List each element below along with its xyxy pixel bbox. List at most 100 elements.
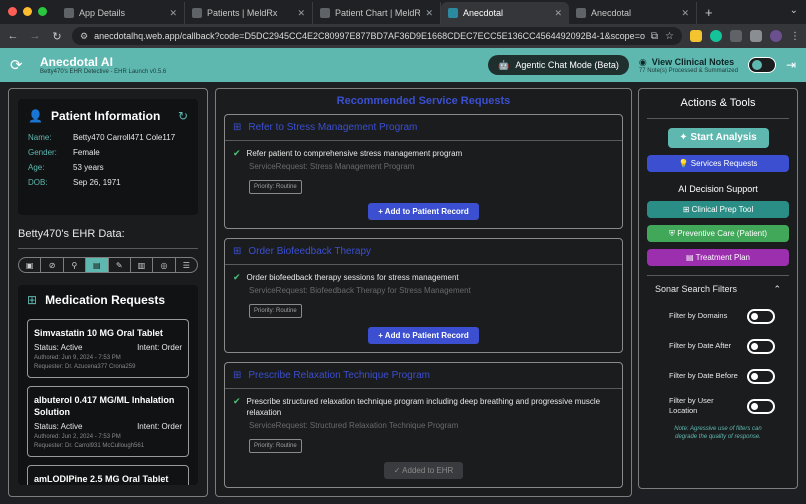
clipboard-icon: ⊞ [233, 370, 242, 381]
add-to-patient-record-button[interactable]: + Add to Patient Record [368, 327, 479, 344]
browser-tab[interactable]: Anecdotal ✕ [569, 2, 697, 24]
back-arrow-icon[interactable]: ← [6, 30, 20, 42]
clinical-prep-tool-button[interactable]: ⊞ Clinical Prep Tool [647, 201, 789, 218]
service-request-title: Order Biofeedback Therapy [248, 246, 372, 257]
patient-field-dob: DOB: Sep 26, 1971 [28, 178, 121, 187]
filter-date-after-toggle[interactable] [747, 338, 775, 354]
check-circle-icon: ✔ [233, 148, 241, 158]
immunizations-icon[interactable]: ◎ [153, 258, 176, 272]
browser-tab[interactable]: Patients | MeldRx ✕ [185, 2, 313, 24]
maximize-window-button[interactable] [38, 7, 47, 16]
refresh-icon[interactable]: ⟳ [10, 56, 28, 74]
close-tab-icon[interactable]: ✕ [425, 8, 433, 19]
app-subtitle: Betty470's EHR Detective - EHR Launch v0… [40, 69, 167, 75]
window-controls [0, 7, 57, 24]
extension-yellow-icon[interactable] [690, 30, 702, 42]
site-info-icon[interactable]: ⚙ [80, 31, 88, 42]
new-tab-icon[interactable]: + [697, 5, 719, 24]
patient-field-age: Age: 53 years [28, 163, 104, 172]
medication-name: amLODIPine 2.5 MG Oral Tablet [34, 474, 169, 484]
tab-title: Anecdotal [463, 8, 504, 18]
medication-intent: Intent: Order [137, 422, 182, 431]
medication-requester: Requester: Dr. Carrol931 McCullough561 [34, 443, 145, 449]
theme-toggle[interactable] [747, 57, 776, 73]
filter-label: Filter by Domains [669, 311, 728, 320]
search-icon[interactable]: ⚲ [64, 258, 87, 272]
tab-search-chevron-icon[interactable]: ⌄ [790, 5, 798, 16]
close-window-button[interactable] [8, 7, 17, 16]
profile-avatar-icon[interactable] [770, 30, 782, 42]
add-to-patient-record-button[interactable]: + Add to Patient Record [368, 203, 479, 220]
medication-status: Status: Active [34, 422, 83, 431]
service-request-card: ⊞ Order Biofeedback Therapy ✔ Order biofe… [224, 238, 623, 353]
reload-patient-icon[interactable]: ↻ [178, 109, 188, 123]
filter-date-before-toggle[interactable] [747, 368, 775, 384]
priority-badge: Priority: Routine [249, 180, 302, 194]
tab-title: App Details [79, 8, 126, 18]
filter-row: Filter by Domains [647, 305, 789, 327]
browser-tab[interactable]: Patient Chart | MeldRx ✕ [313, 2, 441, 24]
procedures-icon[interactable]: ✎ [109, 258, 131, 272]
tab-title: Patients | MeldRx [207, 8, 278, 18]
service-request-description: Refer patient to comprehensive stress ma… [246, 149, 463, 158]
filter-icon[interactable]: ☰ [176, 258, 197, 272]
filter-user-location-toggle[interactable] [747, 398, 775, 414]
robot-icon: 🤖 [498, 59, 510, 70]
service-request-title: Prescribe Relaxation Technique Program [248, 370, 430, 381]
medication-item[interactable]: amLODIPine 2.5 MG Oral Tablet [27, 465, 189, 485]
forward-arrow-icon[interactable]: → [28, 30, 42, 42]
medication-status: Status: Active [34, 343, 83, 352]
install-app-icon[interactable]: ⧉ [651, 31, 658, 42]
close-tab-icon[interactable]: ✕ [554, 8, 562, 19]
extensions-area: ⋮ [690, 30, 800, 42]
browser-tab-active[interactable]: Anecdotal ✕ [441, 2, 569, 24]
medications-icon[interactable]: ▤ [86, 258, 109, 272]
filter-domains-toggle[interactable] [747, 308, 775, 324]
sonar-filters-header[interactable]: Sonar Search Filters ⌃ [647, 284, 789, 295]
favicon-icon [448, 8, 458, 18]
logout-icon[interactable]: ⇥ [786, 58, 796, 72]
left-panel: 👤 Patient Information ↻ Name: Betty470 Ca… [8, 88, 208, 497]
ai-decision-support-title: AI Decision Support [678, 184, 758, 194]
view-clinical-notes-button[interactable]: ◉ View Clinical Notes 77 Note(s) Processe… [639, 57, 738, 74]
medication-name: Simvastatin 10 MG Oral Tablet [34, 328, 163, 338]
extension-gray-icon[interactable] [730, 30, 742, 42]
service-request-description: Prescribe structured relaxation techniqu… [246, 397, 601, 417]
encounters-icon[interactable]: ▣ [19, 258, 42, 272]
browser-tab[interactable]: App Details ✕ [57, 2, 185, 24]
priority-badge: Priority: Routine [249, 304, 302, 318]
medication-item[interactable]: Simvastatin 10 MG Oral Tablet Status: Ac… [27, 319, 189, 378]
address-bar[interactable]: ⚙ anecdotalhq.web.app/callback?code=D5DC… [72, 27, 682, 45]
chevron-up-icon[interactable]: ⌃ [773, 284, 781, 295]
medication-name: albuterol 0.417 MG/ML Inhalation Solutio… [34, 395, 175, 417]
documents-icon[interactable]: ▥ [131, 258, 154, 272]
medical-kit-icon: ⊞ [682, 205, 692, 214]
medication-item[interactable]: albuterol 0.417 MG/ML Inhalation Solutio… [27, 386, 189, 457]
ehr-data-title: Betty470's EHR Data: [18, 228, 125, 240]
agentic-chat-mode-button[interactable]: 🤖 Agentic Chat Mode (Beta) [488, 55, 629, 75]
extensions-puzzle-icon[interactable] [750, 30, 762, 42]
patient-field-gender: Gender: Female [28, 148, 100, 157]
reload-icon[interactable]: ↻ [50, 30, 64, 43]
lightbulb-icon: 💡 [678, 159, 691, 168]
browser-menu-icon[interactable]: ⋮ [790, 31, 800, 42]
divider [18, 248, 198, 249]
close-tab-icon[interactable]: ✕ [681, 8, 689, 19]
extension-grammarly-icon[interactable] [710, 30, 722, 42]
divider [647, 118, 789, 119]
filter-note: Note: Agressive use of filters can degra… [674, 426, 762, 440]
close-tab-icon[interactable]: ✕ [297, 8, 305, 19]
person-icon: 👤 [28, 109, 43, 123]
bookmark-star-icon[interactable]: ☆ [665, 31, 674, 42]
services-requests-button[interactable]: 💡 Services Requests [647, 155, 789, 172]
preventive-care-button[interactable]: ⛨ Preventive Care (Patient) [647, 225, 789, 242]
clipboard-icon: ⊞ [233, 122, 242, 133]
browser-tab-bar: App Details ✕ Patients | MeldRx ✕ Patien… [0, 0, 806, 24]
allergies-icon[interactable]: ⊘ [41, 258, 64, 272]
close-tab-icon[interactable]: ✕ [169, 8, 177, 19]
minimize-window-button[interactable] [23, 7, 32, 16]
treatment-plan-button[interactable]: ▤ Treatment Plan [647, 249, 789, 266]
start-analysis-button[interactable]: ✦ Start Analysis [667, 128, 769, 148]
check-circle-icon: ✔ [233, 272, 241, 282]
right-panel: Actions & Tools ✦ Start Analysis 💡 Servi… [638, 88, 798, 489]
